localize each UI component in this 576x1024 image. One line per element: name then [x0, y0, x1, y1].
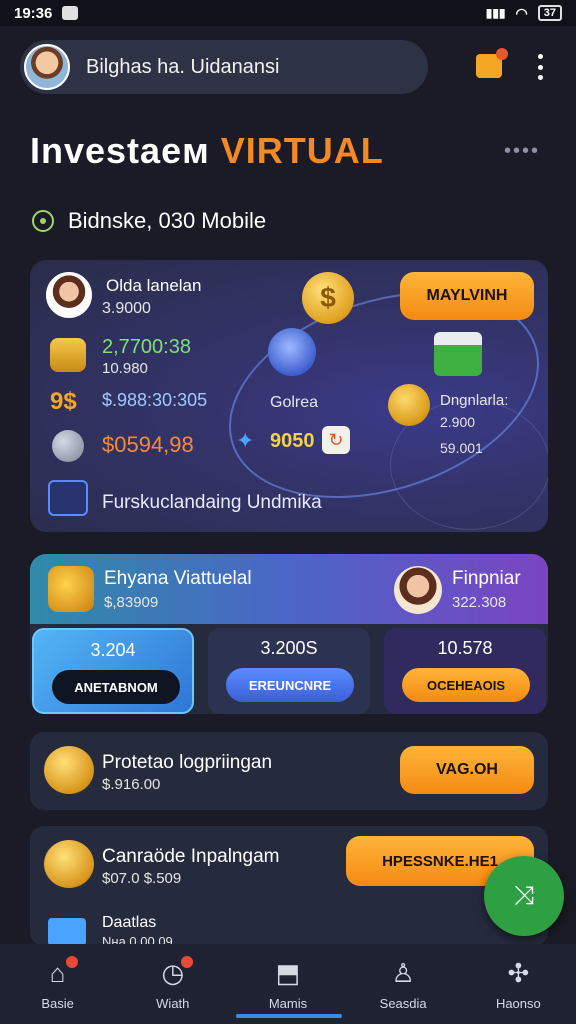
card-footer-text: Furskuclandaing Undmika: [102, 492, 322, 513]
home-icon: ⌂: [49, 958, 66, 988]
signal-icon: ▮▮▮: [485, 6, 506, 20]
green-value: 2,7700:38: [102, 336, 191, 358]
user-avatar: [46, 272, 92, 318]
card-user-name: Olda lanelan: [106, 276, 202, 295]
nav-label: Haonso: [495, 996, 541, 1011]
notification-icon: [62, 6, 79, 20]
gold-coin-icon: [388, 384, 430, 426]
orange-value: $0594,98: [102, 432, 194, 457]
coin-pile-icon: [44, 840, 94, 888]
blue-value: $.988:30:305: [102, 390, 208, 410]
stat-box-3[interactable]: 10.578 OCEHEAOIS: [384, 628, 546, 714]
nav-item-mamis[interactable]: ⬒ Mamis: [238, 958, 338, 1011]
person-icon: ♙: [391, 958, 415, 988]
bottom-nav: ⌂ Basie ◷ Wiath ⬒ Mamis ♙ Seasdia ✣ Haon…: [0, 944, 576, 1024]
stat-button[interactable]: OCEHEAOIS: [402, 668, 530, 702]
nav-label: Wiath: [156, 996, 190, 1011]
title-part2: VIRTUAL: [220, 130, 384, 171]
bolt-icon: ✦: [236, 428, 255, 453]
nav-label: Mamis: [268, 996, 308, 1011]
status-right: ▮▮▮ ◠ 37: [486, 5, 562, 22]
notification-badge: [65, 956, 78, 968]
profile-name: Bilghas ha. Uidanansi: [86, 55, 280, 78]
moon-icon: [52, 430, 84, 462]
right-label: Dngnlarla:: [440, 392, 509, 409]
network-icon: ✣: [507, 958, 530, 988]
stat-value: 3.200S: [260, 638, 318, 658]
nav-label: Basie: [41, 996, 74, 1011]
dollar-icon: 9$: [50, 388, 77, 415]
orbit-label: Golrea: [270, 394, 319, 411]
subtitle: Bidnske, 030 Mobile: [68, 208, 267, 233]
refresh-icon[interactable]: ↻: [322, 426, 350, 454]
row-action-button[interactable]: VAG.OH: [400, 746, 534, 794]
notification-badge: [180, 956, 193, 968]
list-item[interactable]: Canraöde Inpalngam $07.0 $.509 HPESSNKE.…: [30, 826, 548, 949]
stat-box-1[interactable]: 3.204 ANETABNOM: [32, 628, 194, 714]
bag-icon: ⬒: [275, 958, 301, 988]
status-bar: 19:36 ▮▮▮ ◠ 37: [0, 0, 576, 26]
coin-pile-icon: [44, 746, 94, 794]
row-amount: $.916.00: [102, 776, 161, 793]
coin-stack-icon: [50, 338, 86, 372]
right-value-1: 2.900: [440, 414, 476, 430]
avatar: [394, 566, 442, 614]
list-item[interactable]: Protetao logpriingan $.916.00 VAG.OH: [30, 732, 548, 810]
white-value: 10.980: [102, 360, 148, 377]
floating-action-button[interactable]: ⤨: [484, 856, 564, 936]
stat-value: 10.578: [437, 638, 493, 658]
stat-box-2[interactable]: 3.200S EREUNCNRE: [208, 628, 370, 714]
nav-item-home[interactable]: ⌂ Basie: [8, 956, 108, 1011]
nav-item-profile[interactable]: ♙ Seasdia: [353, 958, 453, 1011]
sub-title: Daatlas: [102, 914, 157, 931]
virtual-amount: $,83909: [104, 594, 159, 611]
more-menu-icon[interactable]: [534, 54, 546, 80]
nav-item-network[interactable]: ✣ Haonso: [468, 958, 568, 1011]
status-time: 19:36: [14, 4, 53, 22]
status-circle-icon: [32, 210, 54, 232]
stat-value: 3.204: [90, 640, 136, 660]
stat-button[interactable]: ANETABNOM: [52, 670, 180, 704]
card-user-amount: 3.9000: [102, 300, 151, 317]
virtual-right-amount: 322.308: [452, 594, 507, 611]
main-investment-card[interactable]: Olda lanelan 3.9000 2,7700:38 10.980 9$ …: [30, 260, 548, 532]
stat-button[interactable]: EREUNCNRE: [226, 668, 354, 702]
nav-label: Seasdia: [379, 996, 427, 1011]
wifi-icon: ◠: [515, 4, 528, 21]
nav-item-watch[interactable]: ◷ Wiath: [123, 956, 223, 1011]
notification-dot: [496, 48, 508, 60]
subtitle-row: Bidnske, 030 Mobile: [32, 208, 266, 234]
battery-icon: 37: [537, 5, 562, 21]
ring-icon: [268, 328, 316, 376]
virtual-title: Ehyana Viattuelal: [104, 568, 252, 589]
row-title: Canraöde Inpalngam: [102, 846, 280, 867]
avatar[interactable]: [24, 44, 70, 90]
mid-value: 9050: [270, 430, 315, 452]
portfolio-icon: [48, 480, 88, 516]
document-icon: [48, 918, 86, 946]
leaf-icon: [48, 566, 94, 612]
row-amount: $07.0 $.509: [102, 870, 182, 887]
share-icon: ⤨: [513, 880, 535, 910]
virtual-right-title: Finpniar: [452, 568, 521, 589]
more-dots-icon[interactable]: ••••: [504, 140, 540, 163]
coin-icon: $: [302, 272, 354, 324]
gift-icon[interactable]: [476, 48, 508, 78]
row-title: Protetao logpriingan: [102, 752, 273, 773]
gift-box-icon: [434, 332, 482, 376]
profile-pill[interactable]: Bilghas ha. Uidanansi: [20, 40, 428, 94]
cta-button[interactable]: MAYLVINH: [400, 272, 534, 320]
title-part1: Investaeм: [30, 130, 210, 171]
active-tab-indicator: [236, 1014, 342, 1018]
right-value-2: 59.001: [440, 440, 483, 456]
page-title: Investaeм VIRTUAL: [30, 130, 384, 172]
